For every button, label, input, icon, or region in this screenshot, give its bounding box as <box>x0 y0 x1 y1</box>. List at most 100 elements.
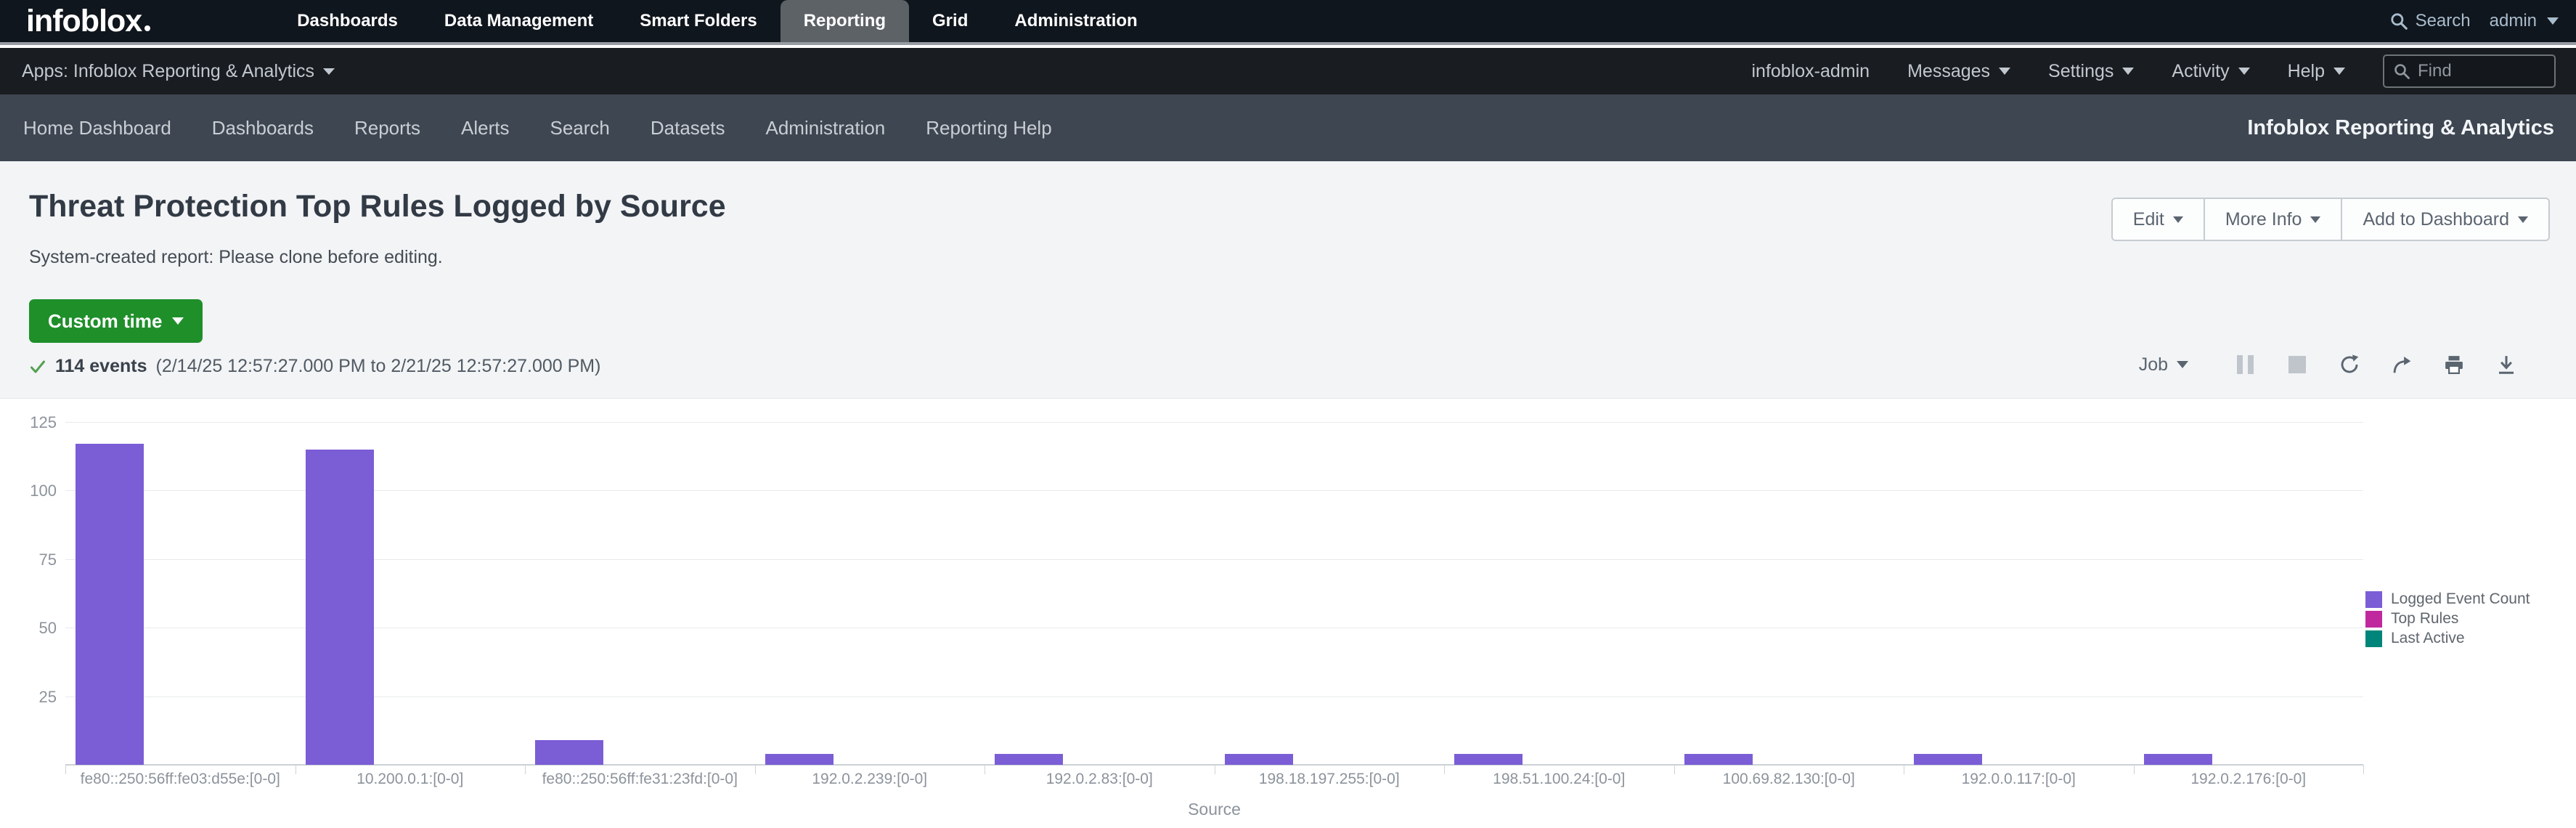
nav-search[interactable]: Search <box>550 117 610 139</box>
nav-datasets[interactable]: Datasets <box>651 117 725 139</box>
bar-logged-event-count[interactable] <box>306 450 374 765</box>
tab-dashboards[interactable]: Dashboards <box>274 0 421 42</box>
chevron-down-icon <box>1999 68 2010 75</box>
tab-grid[interactable]: Grid <box>909 0 991 42</box>
nav-reporting-help[interactable]: Reporting Help <box>926 117 1051 139</box>
legend-label: Last Active <box>2391 630 2465 647</box>
events-range: (2/14/25 12:57:27.000 PM to 2/21/25 12:5… <box>156 356 601 377</box>
export-icon[interactable] <box>2495 353 2518 376</box>
reporting-nav-bar: Home Dashboard Dashboards Reports Alerts… <box>0 94 2576 161</box>
infoblox-logo[interactable]: infoblox <box>26 4 150 39</box>
chart-legend: Logged Event Count Top Rules Last Active <box>2365 590 2530 647</box>
search-icon <box>2389 12 2408 31</box>
help-menu[interactable]: Help <box>2288 61 2345 82</box>
x-category-label: 10.200.0.1:[0-0] <box>295 771 526 788</box>
app-title: Infoblox Reporting & Analytics <box>2247 116 2554 140</box>
y-tick-label: 25 <box>6 688 57 707</box>
stop-icon[interactable] <box>2286 353 2309 376</box>
bar-logged-event-count[interactable] <box>1454 754 1523 765</box>
apps-menu[interactable]: Apps: Infoblox Reporting & Analytics <box>22 61 335 82</box>
job-menu-button[interactable]: Job <box>2139 354 2188 376</box>
global-nav-bar: infoblox Dashboards Data Management Smar… <box>0 0 2576 45</box>
logo-text: infoblox <box>26 4 142 39</box>
user-name: admin <box>2490 11 2537 31</box>
search-label: Search <box>2416 11 2471 31</box>
events-count: 114 events <box>55 356 147 377</box>
x-category-label: 100.69.82.130:[0-0] <box>1674 771 1904 788</box>
global-search-button[interactable]: Search <box>2389 11 2471 31</box>
bar-logged-event-count[interactable] <box>76 444 144 765</box>
legend-label: Top Rules <box>2391 610 2458 628</box>
legend-label: Logged Event Count <box>2391 590 2530 608</box>
messages-menu[interactable]: Messages <box>1907 61 2010 82</box>
add-to-dashboard-label: Add to Dashboard <box>2363 209 2509 230</box>
add-to-dashboard-button[interactable]: Add to Dashboard <box>2341 199 2548 240</box>
app-bar-right: infoblox-admin Messages Settings Activit… <box>1752 54 2556 88</box>
report-actions: Edit More Info Add to Dashboard <box>2111 198 2550 241</box>
y-tick-label: 75 <box>6 551 57 569</box>
app-bar: Apps: Infoblox Reporting & Analytics inf… <box>0 48 2576 94</box>
nav-home-dashboard[interactable]: Home Dashboard <box>23 117 171 139</box>
find-input[interactable] <box>2418 61 2576 81</box>
x-category-label: 192.0.2.176:[0-0] <box>2134 771 2364 788</box>
bar-logged-event-count[interactable] <box>1684 754 1753 765</box>
bar-logged-event-count[interactable] <box>1914 754 1982 765</box>
gridline <box>65 559 2363 560</box>
chevron-down-icon <box>2310 216 2320 223</box>
user-menu[interactable]: admin <box>2490 11 2559 31</box>
chart-panel: 255075100125 fe80::250:56ff:fe03:d55e:[0… <box>0 398 2576 828</box>
bar-logged-event-count[interactable] <box>765 754 833 765</box>
reload-icon[interactable] <box>2338 353 2361 376</box>
more-info-button[interactable]: More Info <box>2204 199 2341 240</box>
x-category-label: 192.0.0.117:[0-0] <box>1904 771 2134 788</box>
nav-dashboards[interactable]: Dashboards <box>212 117 314 139</box>
share-icon[interactable] <box>2390 353 2413 376</box>
x-category-label: fe80::250:56ff:fe31:23fd:[0-0] <box>525 771 755 788</box>
nav-reports[interactable]: Reports <box>354 117 420 139</box>
tab-reporting[interactable]: Reporting <box>780 0 909 42</box>
x-category-label: 198.51.100.24:[0-0] <box>1444 771 1674 788</box>
global-nav-right: Search admin <box>2389 11 2559 31</box>
x-axis-labels: fe80::250:56ff:fe03:d55e:[0-0]10.200.0.1… <box>65 771 2363 791</box>
settings-label: Settings <box>2048 61 2114 82</box>
bar-logged-event-count[interactable] <box>1225 754 1293 765</box>
gridline <box>65 422 2363 423</box>
legend-item[interactable]: Top Rules <box>2365 610 2530 628</box>
chevron-down-icon <box>2518 216 2528 223</box>
chevron-down-icon <box>323 68 335 75</box>
report-subtitle: System-created report: Please clone befo… <box>29 247 443 268</box>
tab-smart-folders[interactable]: Smart Folders <box>616 0 780 42</box>
edit-label: Edit <box>2133 209 2164 230</box>
tab-administration[interactable]: Administration <box>991 0 1160 42</box>
legend-swatch <box>2365 611 2382 628</box>
bar-logged-event-count[interactable] <box>995 754 1063 765</box>
bar-logged-event-count[interactable] <box>2144 754 2212 765</box>
activity-menu[interactable]: Activity <box>2172 61 2249 82</box>
settings-menu[interactable]: Settings <box>2048 61 2134 82</box>
nav-administration[interactable]: Administration <box>766 117 886 139</box>
print-icon[interactable] <box>2442 353 2466 376</box>
messages-label: Messages <box>1907 61 1990 82</box>
report-header: Threat Protection Top Rules Logged by So… <box>0 161 2576 398</box>
legend-swatch <box>2365 630 2382 647</box>
legend-item[interactable]: Last Active <box>2365 630 2530 647</box>
time-range-label: Custom time <box>48 310 162 333</box>
events-status-row: 114 events (2/14/25 12:57:27.000 PM to 2… <box>29 356 600 377</box>
pause-icon[interactable] <box>2233 353 2257 376</box>
chevron-down-icon <box>2334 68 2345 75</box>
tab-data-management[interactable]: Data Management <box>421 0 616 42</box>
appbar-user-menu[interactable]: infoblox-admin <box>1752 61 1870 82</box>
edit-button[interactable]: Edit <box>2113 199 2204 240</box>
time-range-picker-button[interactable]: Custom time <box>29 299 203 343</box>
bar-logged-event-count[interactable] <box>535 740 603 765</box>
nav-alerts[interactable]: Alerts <box>461 117 509 139</box>
chevron-down-icon <box>172 317 184 325</box>
gridline <box>65 490 2363 491</box>
chevron-down-icon <box>2547 17 2559 25</box>
infoblox-reporting-page: infoblox Dashboards Data Management Smar… <box>0 0 2576 828</box>
job-label: Job <box>2139 354 2168 376</box>
chevron-down-icon <box>2177 361 2188 368</box>
help-label: Help <box>2288 61 2325 82</box>
legend-item[interactable]: Logged Event Count <box>2365 590 2530 608</box>
reporting-nav-items: Home Dashboard Dashboards Reports Alerts… <box>23 117 1052 139</box>
